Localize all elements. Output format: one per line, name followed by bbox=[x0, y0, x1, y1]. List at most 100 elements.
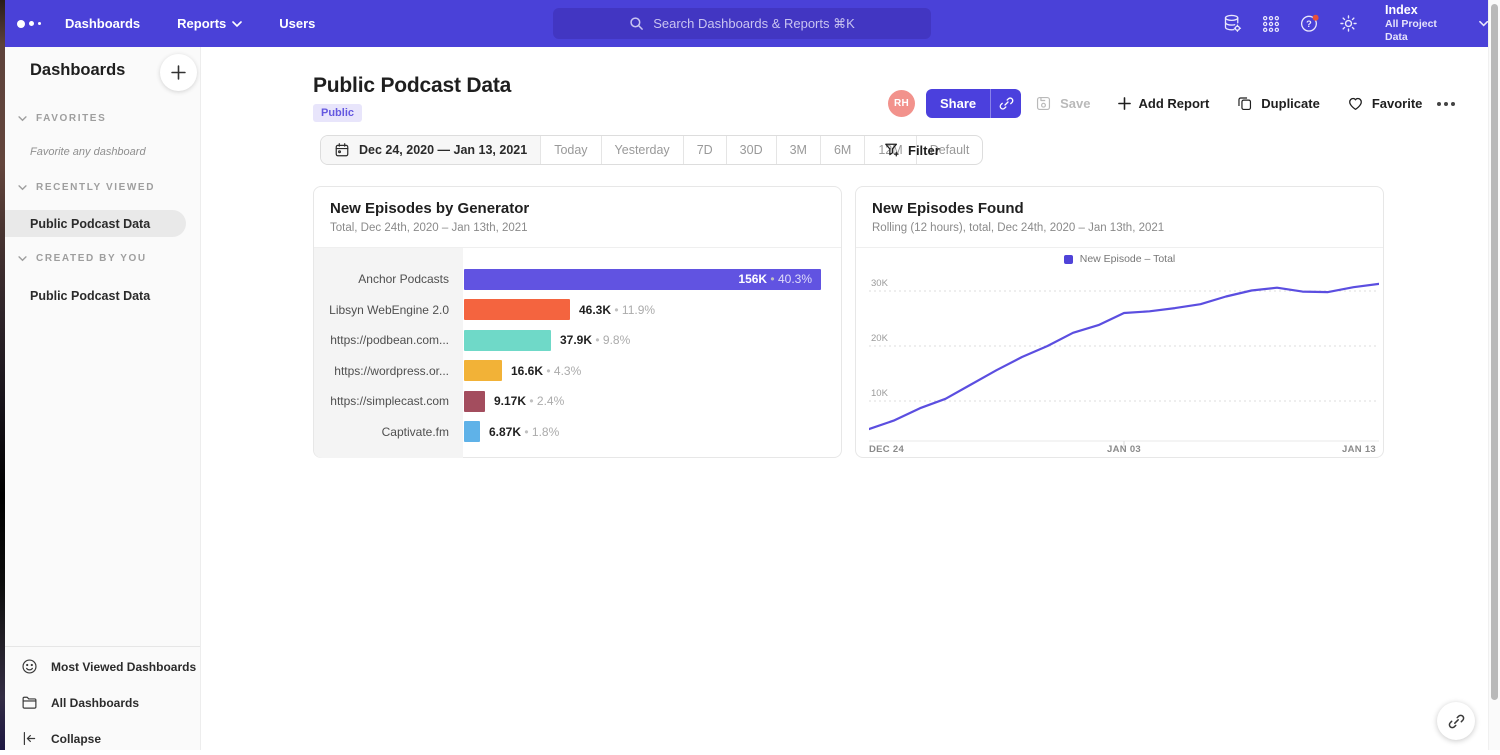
bar-track: 6.87K • 1.8% bbox=[463, 421, 841, 442]
bar-chart: Anchor Podcasts 156K • 40.3% Libsyn WebEng… bbox=[314, 248, 841, 458]
workspace-project: All Project Data bbox=[1385, 18, 1451, 44]
bar[interactable]: 156K • 40.3% bbox=[464, 269, 821, 290]
section-created-by-you[interactable]: CREATED BY YOU bbox=[18, 253, 147, 264]
calendar-icon bbox=[334, 142, 350, 158]
favorite-button[interactable]: Favorite bbox=[1347, 95, 1423, 112]
smiley-icon bbox=[21, 658, 38, 675]
chevron-down-icon bbox=[18, 256, 27, 262]
svg-text:?: ? bbox=[1306, 19, 1312, 29]
card-header: New Episodes Found Rolling (12 hours), t… bbox=[856, 187, 1383, 248]
sidebar-title: Dashboards bbox=[30, 61, 125, 80]
bar-category-label: https://podbean.com... bbox=[314, 333, 463, 347]
chevron-down-icon[interactable] bbox=[1479, 20, 1488, 28]
kebab-icon[interactable] bbox=[1437, 102, 1455, 106]
duplicate-button[interactable]: Duplicate bbox=[1236, 95, 1320, 112]
folder-icon bbox=[21, 694, 38, 711]
funnel-plus-icon bbox=[884, 142, 900, 158]
bar[interactable] bbox=[464, 299, 570, 320]
card-subtitle: Total, Dec 24th, 2020 – Jan 13th, 2021 bbox=[330, 222, 825, 234]
avatar[interactable]: RH bbox=[888, 90, 915, 117]
search-icon bbox=[629, 16, 644, 31]
bar-row: Captivate.fm 6.87K • 1.8% bbox=[314, 417, 841, 448]
help-icon[interactable]: ? bbox=[1299, 13, 1320, 35]
preset-yesterday[interactable]: Yesterday bbox=[602, 136, 684, 164]
section-favorites[interactable]: FAVORITES bbox=[18, 113, 106, 124]
preset-3m[interactable]: 3M bbox=[777, 136, 821, 164]
bar-value-label: 16.6K • 4.3% bbox=[511, 364, 581, 378]
save-icon bbox=[1035, 95, 1052, 112]
search-input[interactable]: Search Dashboards & Reports ⌘K bbox=[553, 8, 931, 39]
bar-category-label: Anchor Podcasts bbox=[314, 272, 463, 286]
preset-today[interactable]: Today bbox=[541, 136, 601, 164]
y-tick-label: 20K bbox=[871, 333, 889, 344]
collapse-icon bbox=[21, 730, 38, 747]
line-chart-svg[interactable]: 10K 20K 30K bbox=[869, 273, 1379, 449]
y-tick-label: 30K bbox=[871, 278, 889, 289]
card-title: New Episodes Found bbox=[872, 200, 1367, 217]
workspace-name: Index bbox=[1385, 3, 1451, 19]
nav-item-reports[interactable]: Reports bbox=[177, 16, 242, 31]
card-title: New Episodes by Generator bbox=[330, 200, 825, 217]
workspace-switcher[interactable]: Index All Project Data bbox=[1385, 3, 1451, 45]
bar[interactable] bbox=[464, 360, 502, 381]
line-series bbox=[869, 284, 1379, 429]
preset-30d[interactable]: 30D bbox=[727, 136, 777, 164]
bar-value-label: 6.87K • 1.8% bbox=[489, 425, 559, 439]
legend-swatch bbox=[1064, 255, 1073, 264]
x-tick-jan13: JAN 13 bbox=[1342, 444, 1376, 455]
bar[interactable] bbox=[464, 421, 480, 442]
most-viewed-dashboards-button[interactable]: Most Viewed Dashboards bbox=[5, 650, 200, 683]
app-logo[interactable] bbox=[17, 20, 51, 28]
duplicate-icon bbox=[1236, 95, 1253, 112]
bar-row: https://podbean.com...37.9K • 9.8% bbox=[314, 325, 841, 356]
nav-item-dashboards[interactable]: Dashboards bbox=[65, 16, 140, 31]
new-dashboard-button[interactable] bbox=[160, 54, 197, 91]
heart-icon bbox=[1347, 95, 1364, 112]
link-icon bbox=[999, 96, 1014, 111]
save-button[interactable]: Save bbox=[1035, 95, 1090, 112]
y-tick-label: 10K bbox=[871, 388, 889, 399]
share-link-button[interactable] bbox=[990, 89, 1021, 118]
bar-value-label: 156K • 40.3% bbox=[738, 272, 821, 286]
bar-row: https://simplecast.com9.17K • 2.4% bbox=[314, 386, 841, 417]
bar[interactable] bbox=[464, 330, 551, 351]
legend: New Episode – Total bbox=[856, 253, 1383, 265]
bar-category-label: Libsyn WebEngine 2.0 bbox=[314, 303, 463, 317]
bar-row: https://wordpress.or...16.6K • 4.3% bbox=[314, 356, 841, 387]
bar[interactable] bbox=[464, 391, 485, 412]
filter-button[interactable]: Filter bbox=[884, 135, 940, 165]
bar-chart-rows: Anchor Podcasts 156K • 40.3% Libsyn WebEng… bbox=[314, 264, 841, 447]
all-dashboards-button[interactable]: All Dashboards bbox=[5, 686, 200, 719]
scrollbar-thumb[interactable] bbox=[1491, 4, 1498, 700]
page-title: Public Podcast Data bbox=[313, 74, 511, 98]
preset-7d[interactable]: 7D bbox=[684, 136, 727, 164]
card-new-episodes-found: New Episodes Found Rolling (12 hours), t… bbox=[855, 186, 1384, 458]
bar-track: 16.6K • 4.3% bbox=[463, 360, 841, 381]
preset-6m[interactable]: 6M bbox=[821, 136, 865, 164]
bar-value-label: 9.17K • 2.4% bbox=[494, 394, 564, 408]
section-recently-viewed[interactable]: RECENTLY VIEWED bbox=[18, 182, 155, 193]
scrollbar-track[interactable] bbox=[1488, 0, 1500, 750]
add-report-button[interactable]: Add Report bbox=[1118, 96, 1210, 111]
bar-track: 9.17K • 2.4% bbox=[463, 391, 841, 412]
chevron-down-icon bbox=[232, 21, 242, 28]
data-sources-icon[interactable] bbox=[1222, 13, 1243, 35]
gear-icon[interactable] bbox=[1338, 13, 1359, 35]
apps-grid-icon[interactable] bbox=[1261, 13, 1281, 35]
notification-dot bbox=[1313, 15, 1319, 21]
gridlines: 10K 20K 30K bbox=[869, 278, 1379, 401]
link-icon bbox=[1448, 713, 1465, 730]
date-range-picker[interactable]: Dec 24, 2020 — Jan 13, 2021 bbox=[321, 136, 541, 164]
nav-item-users[interactable]: Users bbox=[279, 16, 315, 31]
x-tick-jan03: JAN 03 bbox=[1107, 444, 1141, 455]
floating-link-button[interactable] bbox=[1437, 702, 1475, 740]
bar-row: Anchor Podcasts 156K • 40.3% bbox=[314, 264, 841, 295]
share-button[interactable]: Share bbox=[926, 89, 990, 118]
bar-track: 156K • 40.3% bbox=[463, 269, 841, 290]
sidebar-item-public-podcast-data-recent[interactable]: Public Podcast Data bbox=[5, 210, 186, 237]
collapse-sidebar-button[interactable]: Collapse bbox=[5, 722, 200, 755]
sidebar-item-public-podcast-data-created[interactable]: Public Podcast Data bbox=[30, 289, 150, 303]
x-tick-dec24: DEC 24 bbox=[869, 444, 904, 455]
chevron-down-icon bbox=[18, 185, 27, 191]
bar-category-label: Captivate.fm bbox=[314, 425, 463, 439]
